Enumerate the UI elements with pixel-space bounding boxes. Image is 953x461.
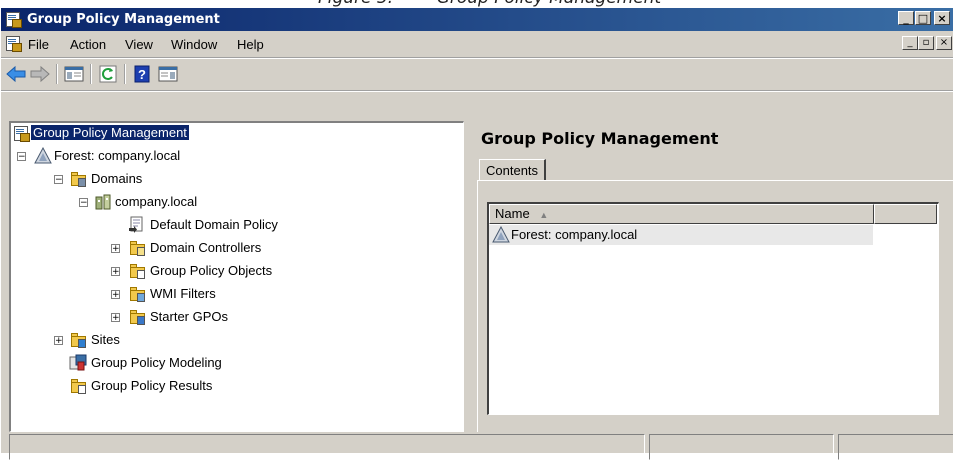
gpo-link-icon — [129, 216, 143, 233]
console-tree-icon[interactable] — [157, 63, 179, 85]
show-hide-tree-icon[interactable] — [63, 63, 85, 85]
tree-label-default-domain-policy: Default Domain Policy — [150, 217, 278, 232]
tree-label-wmi-filters: WMI Filters — [150, 286, 216, 301]
tree-label-domain-controllers: Domain Controllers — [150, 240, 262, 255]
menu-window[interactable]: Window — [171, 37, 217, 52]
status-bar — [1, 430, 953, 461]
console-icon[interactable] — [5, 35, 22, 52]
forest-icon — [492, 226, 510, 243]
close-button[interactable]: × — [934, 11, 950, 25]
domains-folder-icon — [70, 170, 88, 188]
status-panel-2 — [649, 434, 834, 460]
starter-gpo-folder-icon — [129, 308, 147, 326]
modeling-icon — [69, 354, 87, 371]
title-bar[interactable]: Group Policy Management _ □ × — [1, 8, 953, 31]
tab-contents[interactable]: Contents — [479, 159, 547, 181]
column-header-name[interactable]: Name ▲ — [489, 204, 874, 224]
back-icon[interactable] — [5, 63, 27, 85]
domain-icon — [95, 194, 111, 210]
expand-icon[interactable]: + — [111, 244, 120, 254]
figure-caption: Figure 5: Group Policy Management — [0, 0, 953, 8]
tree-label-modeling: Group Policy Modeling — [91, 355, 222, 370]
column-header-name-label: Name — [495, 206, 530, 221]
toolbar-separator-line — [1, 90, 953, 92]
child-close-button[interactable]: × — [936, 36, 952, 50]
tree-label-domains: Domains — [91, 171, 143, 186]
help-icon[interactable]: ? — [131, 63, 153, 85]
expand-icon[interactable]: + — [111, 267, 120, 277]
collapse-icon[interactable]: − — [54, 175, 63, 185]
tree-label-domain: company.local — [115, 194, 198, 209]
list-row-label: Forest: company.local — [511, 227, 638, 242]
child-minimize-button[interactable]: _ — [902, 36, 918, 50]
expand-icon[interactable]: + — [54, 336, 63, 346]
sort-ascending-icon: ▲ — [539, 210, 549, 220]
toolbar-separator — [90, 64, 92, 84]
minimize-button[interactable]: _ — [898, 11, 914, 25]
console-tree[interactable]: Group Policy Management − Forest: compan… — [9, 121, 464, 432]
gpmc-icon — [13, 125, 30, 142]
status-panel-main — [9, 434, 645, 460]
toolbar-separator — [124, 64, 126, 84]
contents-list[interactable]: Name ▲ Forest: company.local — [487, 202, 939, 415]
collapse-icon[interactable]: − — [79, 198, 88, 208]
menu-view[interactable]: View — [125, 37, 153, 52]
sites-folder-icon — [70, 331, 88, 349]
refresh-icon[interactable] — [97, 63, 119, 85]
tree-label-sites: Sites — [91, 332, 120, 347]
expand-icon[interactable]: + — [111, 313, 120, 323]
tree-label-results: Group Policy Results — [91, 378, 213, 393]
tree-label-starter-gpos: Starter GPOs — [150, 309, 229, 324]
tree-label-gpo: Group Policy Objects — [150, 263, 273, 278]
forward-icon[interactable] — [29, 63, 51, 85]
tree-label-forest: Forest: company.local — [54, 148, 181, 163]
expand-icon[interactable]: + — [111, 290, 120, 300]
results-folder-icon — [70, 377, 88, 395]
menu-file[interactable]: File — [28, 37, 49, 52]
toolbar-separator — [56, 64, 58, 84]
maximize-button[interactable]: □ — [915, 11, 931, 25]
forest-icon — [34, 147, 52, 164]
details-title: Group Policy Management — [481, 129, 719, 148]
status-panel-3 — [838, 434, 953, 460]
list-row[interactable]: Forest: company.local — [489, 225, 873, 245]
details-pane: Group Policy Management Contents Name ▲ … — [469, 121, 953, 432]
ou-folder-icon — [129, 239, 147, 257]
toolbar: ? — [1, 59, 953, 89]
tree-label-root: Group Policy Management — [31, 125, 189, 140]
collapse-icon[interactable]: − — [17, 152, 26, 162]
child-restore-button[interactable]: ▫ — [918, 36, 934, 50]
mmc-window: Group Policy Management _ □ × File Actio… — [0, 8, 953, 460]
app-icon — [5, 11, 22, 28]
wmi-filter-folder-icon — [129, 285, 147, 303]
column-header-empty[interactable] — [874, 204, 937, 224]
menu-help[interactable]: Help — [237, 37, 264, 52]
svg-text:?: ? — [138, 67, 146, 82]
window-title: Group Policy Management — [27, 12, 220, 27]
figure-caption-text: Figure 5: Group Policy Management — [318, 0, 661, 8]
menu-bar: File Action View Window Help _ ▫ × — [1, 31, 953, 57]
gpo-folder-icon — [129, 262, 147, 280]
menu-action[interactable]: Action — [70, 37, 106, 52]
